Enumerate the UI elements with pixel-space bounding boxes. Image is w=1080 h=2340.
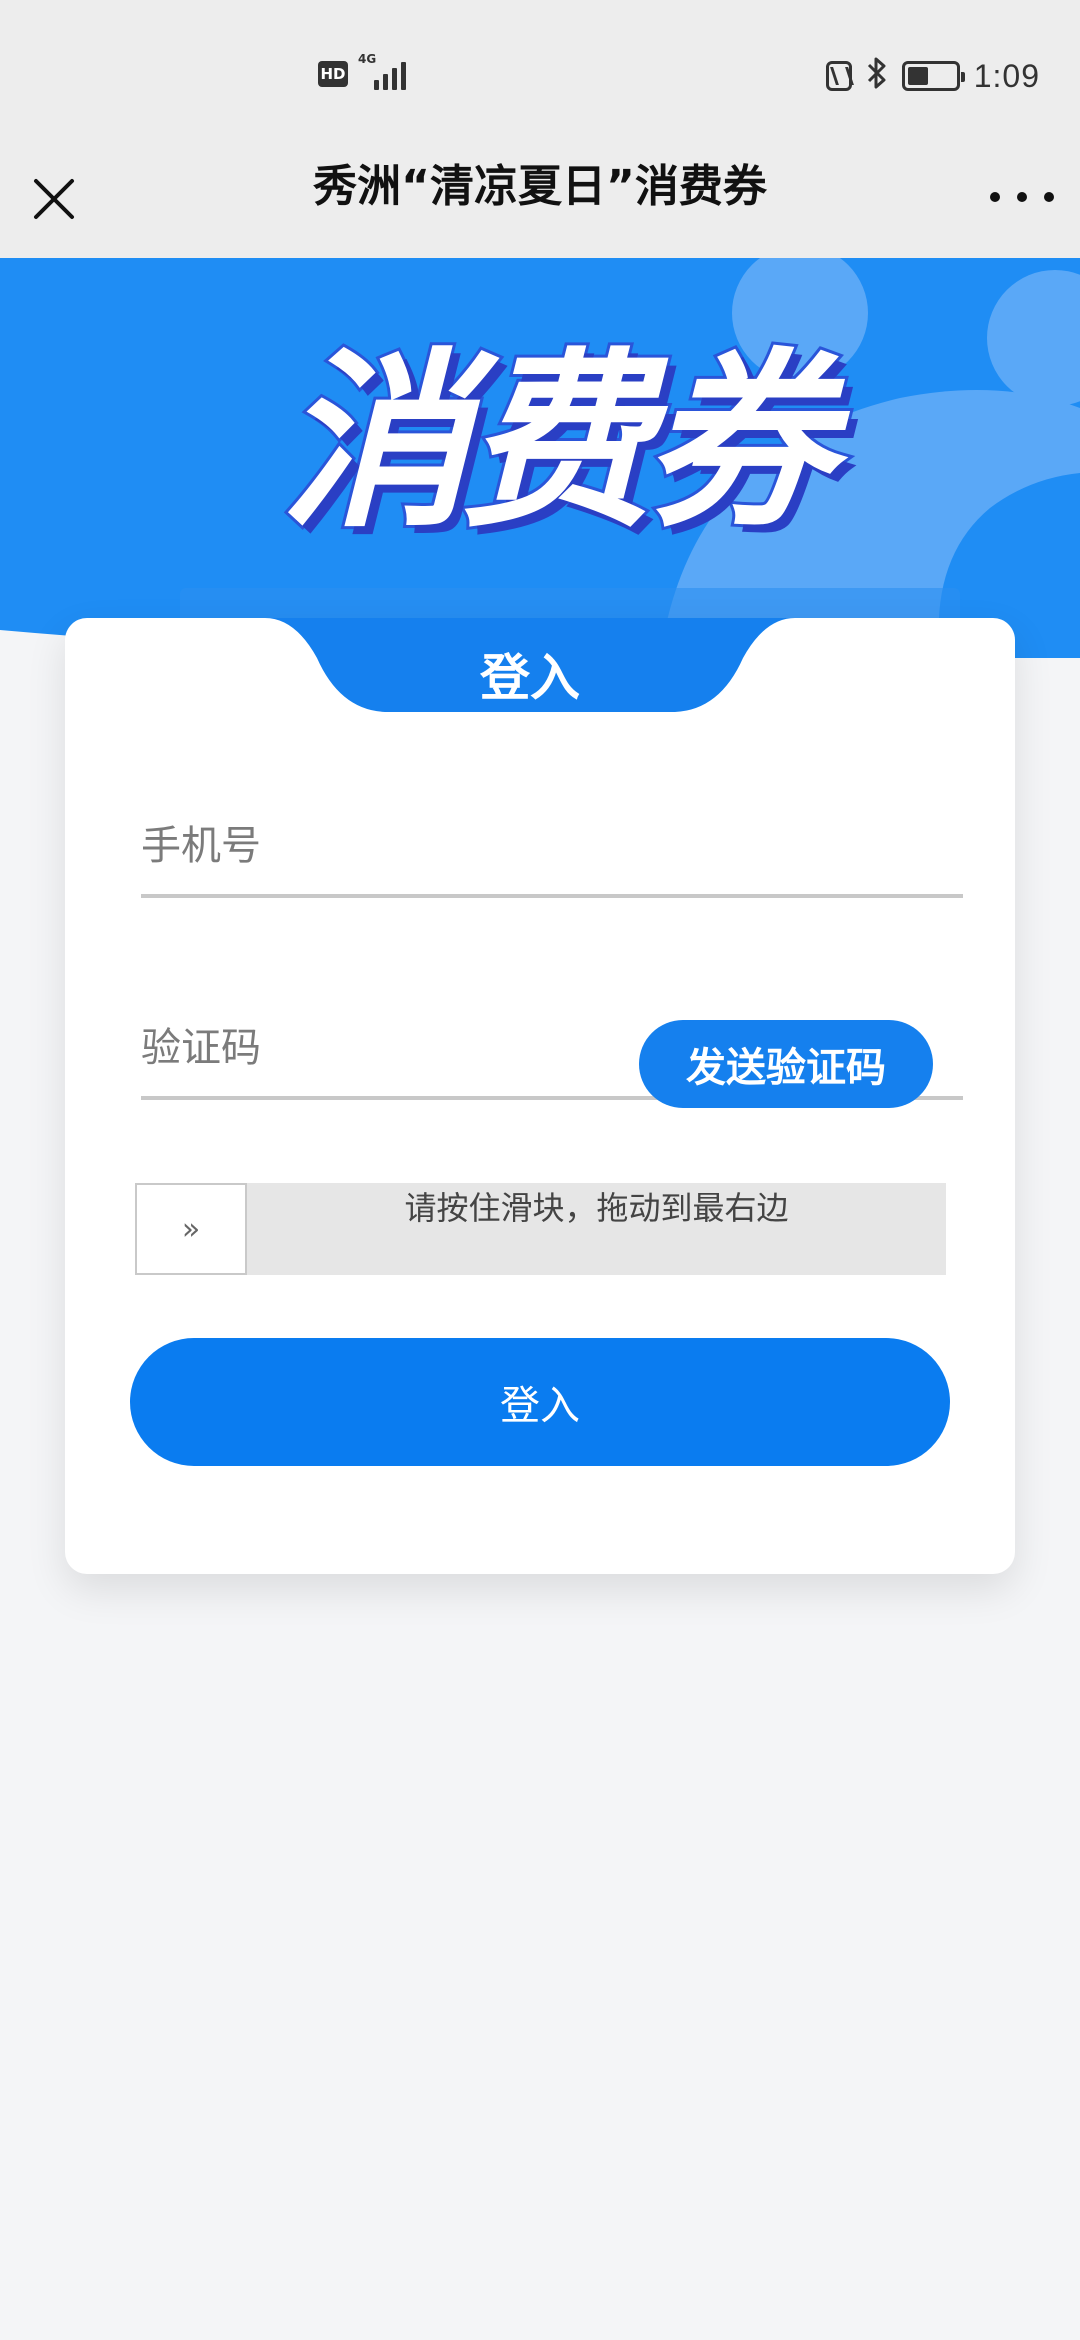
banner-title: 消费券	[277, 332, 837, 553]
login-button[interactable]: 登入	[130, 1338, 950, 1466]
title-bar: 秀洲“清凉夏日”消费券	[0, 150, 1080, 260]
banner: 消费券	[0, 258, 1080, 658]
slider-hint: 请按住滑块，拖动到最右边	[404, 1189, 789, 1227]
phone-field	[141, 798, 963, 898]
status-right: 1:09	[825, 56, 1040, 96]
battery-icon	[901, 61, 965, 91]
login-card: 登入 发送验证码 » 请按住滑块，拖动到最右边 登入	[65, 618, 1015, 1574]
clock: 1:09	[973, 57, 1040, 94]
phone-input[interactable]	[141, 798, 963, 894]
nfc-icon	[825, 61, 852, 91]
network-label: 4G	[358, 52, 377, 66]
status-bar: HD 4G 1:09	[0, 0, 1080, 150]
hd-badge: HD	[318, 61, 348, 87]
status-left: HD 4G	[318, 52, 406, 90]
code-field: 发送验证码	[141, 1000, 963, 1108]
slider-handle[interactable]: »	[135, 1183, 247, 1275]
login-tab-label: 登入	[480, 649, 580, 707]
more-icon[interactable]	[990, 182, 1054, 212]
page-title: 秀洲“清凉夏日”消费券	[313, 161, 767, 212]
signal-icon: 4G	[358, 52, 406, 90]
bluetooth-icon	[866, 56, 888, 96]
send-code-button[interactable]: 发送验证码	[639, 1020, 933, 1108]
login-tab: 登入	[265, 618, 795, 716]
code-input[interactable]	[141, 1000, 621, 1096]
slide-verify: » 请按住滑块，拖动到最右边	[135, 1183, 946, 1275]
